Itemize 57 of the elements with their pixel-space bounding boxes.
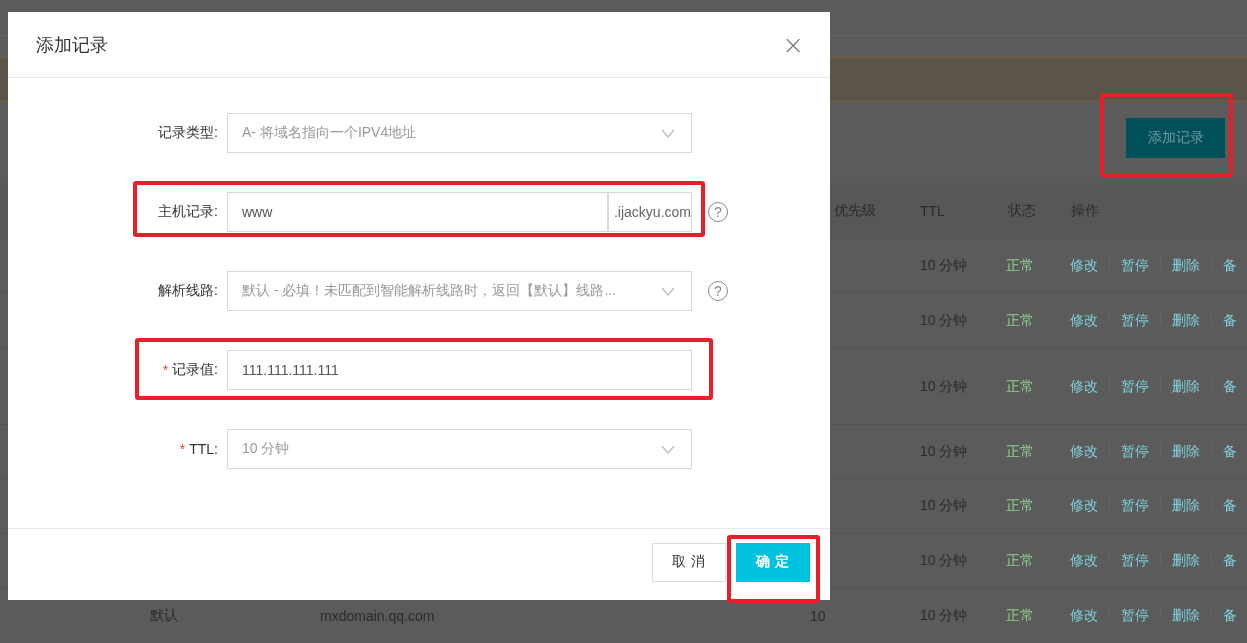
chevron-down-icon bbox=[661, 444, 675, 454]
dialog-title: 添加记录 bbox=[36, 33, 108, 57]
table-cell: 正常 bbox=[1006, 311, 1034, 330]
host-field[interactable]: www .ijackyu.com bbox=[227, 192, 692, 232]
action-link[interactable]: 备 bbox=[1223, 497, 1237, 515]
action-link[interactable]: 暂停 bbox=[1121, 442, 1149, 461]
action-link[interactable]: 暂停 bbox=[1121, 552, 1149, 570]
table-cell: 正常 bbox=[1006, 552, 1034, 570]
action-link[interactable]: 暂停 bbox=[1121, 311, 1149, 330]
action-link[interactable]: 修改 bbox=[1070, 377, 1098, 396]
value-field[interactable]: 111.111.111.111 bbox=[227, 350, 692, 390]
required-mark: * bbox=[162, 362, 169, 378]
domain-suffix: .ijackyu.com bbox=[607, 193, 691, 231]
dropdown-field[interactable]: A- 将域名指向一个IPV4地址 bbox=[227, 113, 692, 153]
host-input[interactable]: www bbox=[228, 193, 608, 231]
table-cell: 正常 bbox=[1006, 442, 1034, 461]
add-record-button[interactable]: 添加记录 bbox=[1126, 118, 1225, 158]
action-link[interactable]: 暂停 bbox=[1121, 377, 1149, 396]
close-button[interactable]: × bbox=[782, 31, 804, 58]
required-mark: * bbox=[179, 441, 186, 457]
table-cell: 正常 bbox=[1006, 497, 1034, 515]
action-link[interactable]: 修改 bbox=[1070, 607, 1098, 625]
field-label: 解析线路: bbox=[158, 282, 218, 300]
field-label: 记录类型: bbox=[158, 124, 218, 142]
action-link[interactable]: 备 bbox=[1223, 256, 1237, 275]
table-cell: 正常 bbox=[1006, 256, 1034, 275]
action-link[interactable]: 暂停 bbox=[1121, 607, 1149, 625]
action-link[interactable]: 备 bbox=[1223, 607, 1237, 625]
field-label: 记录值: bbox=[172, 361, 218, 379]
action-link[interactable]: 备 bbox=[1223, 552, 1237, 570]
dropdown-field[interactable]: 10 分钟 bbox=[227, 429, 692, 469]
action-link[interactable]: 删除 bbox=[1172, 311, 1200, 330]
action-link[interactable]: 删除 bbox=[1172, 607, 1200, 625]
action-link[interactable]: 修改 bbox=[1070, 497, 1098, 515]
action-link[interactable]: 修改 bbox=[1070, 442, 1098, 461]
action-link[interactable]: 删除 bbox=[1172, 256, 1200, 275]
action-link[interactable]: 删除 bbox=[1172, 552, 1200, 570]
action-link[interactable]: 备 bbox=[1223, 442, 1237, 461]
table-cell: 正常 bbox=[1006, 377, 1034, 396]
chevron-down-icon bbox=[661, 286, 675, 296]
cancel-button[interactable]: 取 消 bbox=[652, 542, 726, 582]
field-label: TTL: bbox=[189, 441, 218, 457]
action-link[interactable]: 修改 bbox=[1070, 552, 1098, 570]
table-cell: 正常 bbox=[1006, 607, 1034, 625]
confirm-button[interactable]: 确 定 bbox=[736, 542, 810, 582]
action-link[interactable]: 删除 bbox=[1172, 442, 1200, 461]
action-link[interactable]: 修改 bbox=[1070, 256, 1098, 275]
action-link[interactable]: 删除 bbox=[1172, 497, 1200, 515]
field-label: 主机记录: bbox=[158, 203, 218, 221]
action-link[interactable]: 备 bbox=[1223, 311, 1237, 330]
chevron-down-icon bbox=[661, 128, 675, 138]
action-link[interactable]: 删除 bbox=[1172, 377, 1200, 396]
action-link[interactable]: 暂停 bbox=[1121, 256, 1149, 275]
dropdown-field[interactable]: 默认 - 必填！未匹配到智能解析线路时，返回【默认】线路... bbox=[227, 271, 692, 311]
action-link[interactable]: 修改 bbox=[1070, 311, 1098, 330]
action-link[interactable]: 暂停 bbox=[1121, 497, 1149, 515]
action-link[interactable]: 备 bbox=[1223, 377, 1237, 396]
